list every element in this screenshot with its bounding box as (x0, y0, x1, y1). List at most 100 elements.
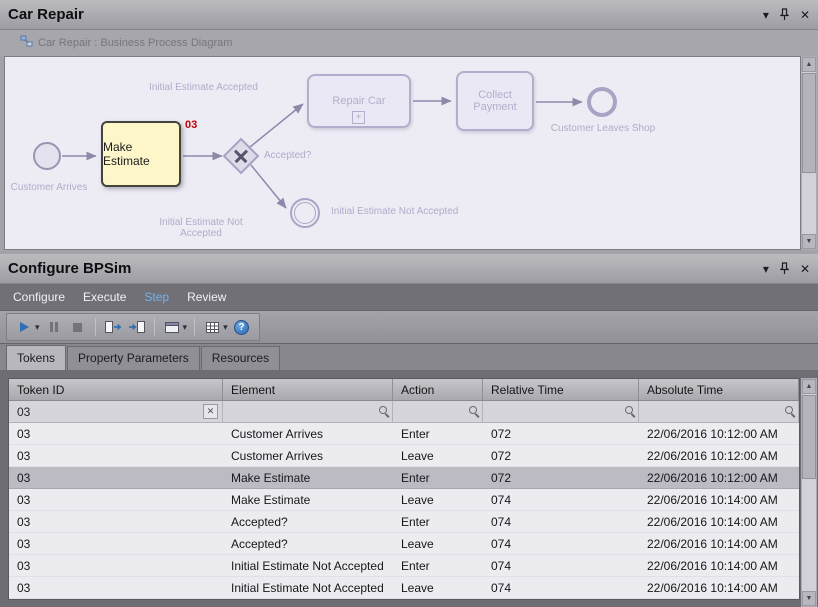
cell-token-id: 03 (9, 467, 223, 488)
display-grid-button[interactable] (202, 317, 222, 337)
table-row[interactable]: 03Make EstimateEnter07222/06/2016 10:12:… (9, 467, 799, 489)
tab-resources[interactable]: Resources (201, 346, 280, 370)
table-header-row: Token ID Element Action Relative Time Ab… (9, 379, 799, 401)
filter-absolute-time-input[interactable] (639, 401, 799, 422)
table-filter-row: 03 ✕ (9, 401, 799, 423)
filter-relative-time-input[interactable] (483, 401, 639, 422)
table-row[interactable]: 03Customer ArrivesLeave07222/06/2016 10:… (9, 445, 799, 467)
table-row[interactable]: 03Accepted?Leave07422/06/2016 10:14:00 A… (9, 533, 799, 555)
scroll-up-icon[interactable]: ▲ (802, 57, 816, 72)
table-row[interactable]: 03Make EstimateLeave07422/06/2016 10:14:… (9, 489, 799, 511)
console-window-button[interactable] (162, 317, 182, 337)
scroll-thumb[interactable] (802, 73, 816, 173)
console-options-caret-icon[interactable]: ▾ (183, 322, 188, 333)
scroll-down-icon[interactable]: ▼ (802, 591, 816, 606)
task-collect-payment-label: Collect Payment (458, 89, 532, 113)
run-options-caret-icon[interactable]: ▾ (35, 322, 40, 333)
task-repair-car[interactable]: Repair Car + (307, 74, 411, 128)
help-button[interactable]: ? (232, 317, 252, 337)
bpsim-tabbar: Tokens Property Parameters Resources (0, 344, 818, 370)
bpsim-panel: Configure BPSim ▾ ✕ Configure Execute St… (0, 254, 818, 607)
toolbar-separator (154, 318, 155, 336)
task-collect-payment[interactable]: Collect Payment (456, 71, 534, 131)
cell-relative-time: 074 (483, 555, 639, 576)
search-icon[interactable] (379, 406, 387, 414)
window-controls: ▾ ✕ (763, 262, 810, 275)
cell-relative-time: 072 (483, 445, 639, 466)
bpmn-diagram-canvas[interactable]: Initial Estimate Accepted Customer Arriv… (4, 56, 801, 250)
table-row[interactable]: 03Customer ArrivesEnter07222/06/2016 10:… (9, 423, 799, 445)
cell-relative-time: 074 (483, 577, 639, 598)
menu-item-step[interactable]: Step (135, 290, 178, 304)
stop-button[interactable] (68, 317, 88, 337)
table-scrollbar[interactable]: ▲ ▼ (801, 378, 817, 607)
filter-action-input[interactable] (393, 401, 483, 422)
cell-element: Make Estimate (223, 467, 393, 488)
table-row[interactable]: 03Initial Estimate Not AcceptedLeave0742… (9, 577, 799, 599)
tab-tokens[interactable]: Tokens (6, 345, 66, 370)
cell-action: Leave (393, 577, 483, 598)
clear-filter-icon[interactable]: ✕ (203, 404, 218, 419)
panel-menu-caret-icon[interactable]: ▾ (763, 9, 769, 21)
close-icon[interactable]: ✕ (800, 9, 810, 21)
car-repair-titlebar: Car Repair ▾ ✕ (0, 0, 818, 30)
pin-icon[interactable] (780, 8, 789, 21)
menu-item-configure[interactable]: Configure (4, 290, 74, 304)
menu-item-review[interactable]: Review (178, 290, 235, 304)
run-simulation-button[interactable] (14, 317, 34, 337)
subprocess-expand-icon[interactable]: + (352, 111, 365, 124)
close-icon[interactable]: ✕ (800, 263, 810, 275)
end-event-customer-leaves[interactable] (587, 87, 617, 117)
cell-relative-time: 072 (483, 423, 639, 444)
intermediate-event-not-accepted[interactable] (290, 198, 320, 228)
column-header-absolute-time[interactable]: Absolute Time (639, 379, 799, 400)
column-header-relative-time[interactable]: Relative Time (483, 379, 639, 400)
table-row[interactable]: 03Accepted?Enter07422/06/2016 10:14:00 A… (9, 511, 799, 533)
pause-icon (50, 322, 58, 332)
car-repair-panel-title: Car Repair (8, 6, 84, 23)
toolbar-button-group: ▾ (6, 313, 260, 341)
cell-absolute-time: 22/06/2016 10:12:00 AM (639, 467, 799, 488)
task-make-estimate[interactable]: Make Estimate (101, 121, 181, 187)
search-icon[interactable] (785, 406, 793, 414)
scroll-down-icon[interactable]: ▼ (802, 234, 816, 249)
breadcrumb-bar: Car Repair : Business Process Diagram (0, 30, 818, 56)
cell-relative-time: 072 (483, 467, 639, 488)
pin-icon[interactable] (780, 262, 789, 275)
table-rows: 03Customer ArrivesEnter07222/06/2016 10:… (9, 423, 799, 599)
cell-token-id: 03 (9, 423, 223, 444)
cell-absolute-time: 22/06/2016 10:12:00 AM (639, 445, 799, 466)
menu-item-execute[interactable]: Execute (74, 290, 135, 304)
panel-menu-caret-icon[interactable]: ▾ (763, 263, 769, 275)
cell-relative-time: 074 (483, 511, 639, 532)
column-header-token-id[interactable]: Token ID (9, 379, 223, 400)
cell-element: Make Estimate (223, 489, 393, 510)
cell-relative-time: 074 (483, 533, 639, 554)
table-row[interactable]: 03Initial Estimate Not AcceptedEnter0742… (9, 555, 799, 577)
gateway-label: Accepted? (264, 150, 311, 161)
step-into-icon (128, 320, 146, 334)
pause-button[interactable] (44, 317, 64, 337)
scroll-up-icon[interactable]: ▲ (802, 379, 816, 394)
diagram-scrollbar[interactable]: ▲ ▼ (801, 56, 817, 250)
filter-element-input[interactable] (223, 401, 393, 422)
tokens-table: Token ID Element Action Relative Time Ab… (8, 378, 800, 600)
start-event-label: Customer Arrives (9, 182, 89, 193)
scroll-thumb[interactable] (802, 395, 816, 479)
search-icon[interactable] (625, 406, 633, 414)
column-header-element[interactable]: Element (223, 379, 393, 400)
search-icon[interactable] (469, 406, 477, 414)
column-header-action[interactable]: Action (393, 379, 483, 400)
tab-property-parameters[interactable]: Property Parameters (67, 346, 200, 370)
step-into-button[interactable] (127, 317, 147, 337)
start-event-customer-arrives[interactable] (33, 142, 61, 170)
cell-action: Leave (393, 533, 483, 554)
grid-options-caret-icon[interactable]: ▾ (223, 322, 228, 333)
cell-absolute-time: 22/06/2016 10:12:00 AM (639, 423, 799, 444)
cell-token-id: 03 (9, 489, 223, 510)
step-over-button[interactable] (103, 317, 123, 337)
cell-token-id: 03 (9, 577, 223, 598)
cell-absolute-time: 22/06/2016 10:14:00 AM (639, 489, 799, 510)
intermediate-event-label: Initial Estimate Not Accepted (331, 206, 458, 217)
filter-token-id-input[interactable]: 03 ✕ (9, 401, 223, 422)
